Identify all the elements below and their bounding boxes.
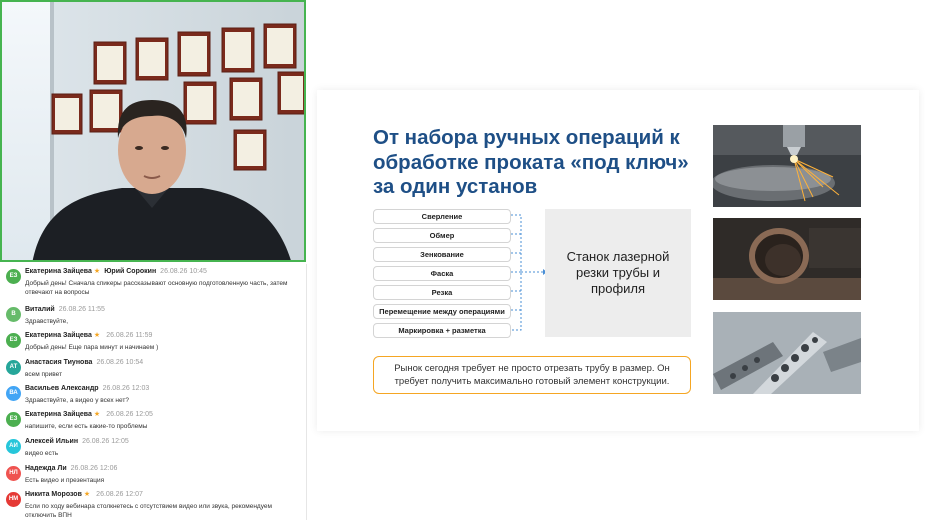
avatar: ВА xyxy=(6,386,21,401)
chat-author[interactable]: Анастасия Тиунова xyxy=(25,359,92,366)
star-icon: ★ xyxy=(93,332,101,339)
chat-text: Добрый день! Сначала спикеры рассказываю… xyxy=(25,280,288,296)
webinar-app: ЕЗ Екатерина Зайцева ★ Юрий Сорокин 26.08.2… xyxy=(0,0,925,520)
chat-timestamp: 26.08.26 12:05 xyxy=(106,411,153,418)
speaker-video[interactable] xyxy=(0,0,306,262)
star-icon: ★ xyxy=(93,411,101,418)
star-icon: ★ xyxy=(83,491,91,498)
chat-author[interactable]: Екатерина Зайцева xyxy=(25,411,92,418)
chat-text: Если по ходу вебинара столкнетесь с отсу… xyxy=(25,503,272,519)
chat-author[interactable]: Васильев Александр xyxy=(25,385,99,392)
left-panel: ЕЗ Екатерина Зайцева ★ Юрий Сорокин 26.08.2… xyxy=(0,0,307,520)
chat-timestamp: 26.08.26 10:45 xyxy=(160,268,207,275)
speaker-video-frame xyxy=(2,2,304,260)
operation-item: Фаска xyxy=(373,266,511,281)
chat-author[interactable]: Виталий xyxy=(25,306,55,313)
chat-text: Добрый день! Еще пара минут и начинаем ) xyxy=(25,344,159,351)
chat-author[interactable]: Екатерина Зайцева xyxy=(25,268,92,275)
laser-cutting-photo xyxy=(713,125,861,207)
avatar: ЕЗ xyxy=(6,269,21,284)
chat-author[interactable]: Алексей Ильин xyxy=(25,438,78,445)
avatar: НЛ xyxy=(6,466,21,481)
presentation-slide: От набора ручных операций к обработке пр… xyxy=(317,90,919,431)
avatar: НМ xyxy=(6,492,21,507)
operation-item: Перемещение между операциями xyxy=(373,304,511,319)
callout-box: Рынок сегодня требует не просто отрезать… xyxy=(373,356,691,394)
operation-item: Маркировка + разметка xyxy=(373,323,511,338)
avatar: ЕЗ xyxy=(6,412,21,427)
operation-item: Сверление xyxy=(373,209,511,224)
chat-timestamp: 26.08.26 12:07 xyxy=(96,491,143,498)
slide-title: От набора ручных операций к обработке пр… xyxy=(373,126,689,198)
machine-box: Станок лазерной резки трубы и профиля xyxy=(545,209,691,337)
operation-item: Резка xyxy=(373,285,511,300)
chat-timestamp: 26.08.26 12:05 xyxy=(82,438,129,445)
chat-timestamp: 26.08.26 12:03 xyxy=(102,385,150,392)
chat-panel: ЕЗ Екатерина Зайцева ★ Юрий Сорокин 26.08.2… xyxy=(0,264,307,520)
avatar: АТ xyxy=(6,360,21,375)
chat-recipient[interactable]: Юрий Сорокин xyxy=(104,268,156,275)
presentation-area: От набора ручных операций к обработке пр… xyxy=(307,0,925,520)
chat-text: видео есть xyxy=(25,450,59,457)
operation-item: Зенкование xyxy=(373,247,511,262)
chat-text: Здравствуйте, xyxy=(25,318,69,325)
chat-author[interactable]: Надежда Ли xyxy=(25,465,67,472)
chat-timestamp: 26.08.26 10:54 xyxy=(96,359,144,366)
chat-timestamp: 26.08.26 12:06 xyxy=(70,465,118,472)
chat-author[interactable]: Екатерина Зайцева xyxy=(25,332,92,339)
chat-text: всем привет xyxy=(25,371,63,378)
star-icon: ★ xyxy=(93,268,101,275)
operation-item: Обмер xyxy=(373,228,511,243)
avatar: АИ xyxy=(6,439,21,454)
pipe-end-photo xyxy=(713,218,861,300)
chat-text: Есть видео и презентация xyxy=(25,477,105,484)
avatar: ЕЗ xyxy=(6,333,21,348)
chat-author[interactable]: Никита Морозов xyxy=(25,491,82,498)
avatar: В xyxy=(6,307,21,322)
chat-timestamp: 26.08.26 11:59 xyxy=(106,332,153,339)
chat-timestamp: 26.08.26 11:55 xyxy=(58,306,105,313)
chat-text: Здравствуйте, а видео у всех нет? xyxy=(25,397,130,404)
chat-text: напишите, если есть какие-то проблемы xyxy=(25,423,148,430)
cut-profile-photo xyxy=(713,312,861,394)
